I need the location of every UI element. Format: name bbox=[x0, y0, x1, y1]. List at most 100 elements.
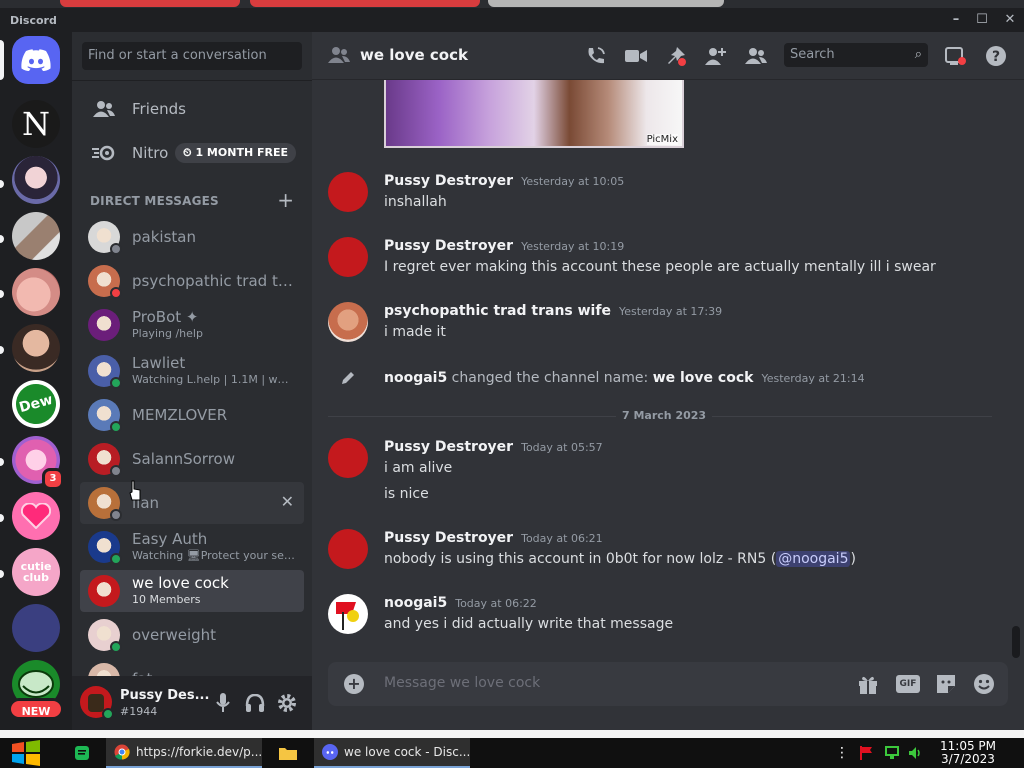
server-blue-logo[interactable] bbox=[12, 604, 60, 652]
server-mtn-dew[interactable]: Dew bbox=[12, 380, 60, 428]
message-input[interactable]: Message we love cock bbox=[384, 675, 540, 691]
svg-text:?: ? bbox=[992, 49, 1000, 65]
dm-item[interactable]: Easy Auth Watching 🖥Protect your serv... bbox=[80, 526, 304, 568]
taskbar-chrome[interactable]: https://forkie.dev/p... bbox=[106, 738, 262, 768]
discord-logo-icon bbox=[21, 49, 51, 71]
minimize-button[interactable]: – bbox=[946, 11, 966, 29]
server-cutie-club[interactable]: cutie club bbox=[12, 548, 60, 596]
dm-item[interactable]: Lawliet Watching L.help | 1.1M | www.l... bbox=[80, 350, 304, 392]
member-list-button[interactable] bbox=[744, 44, 768, 68]
windows-logo-icon bbox=[12, 740, 40, 766]
server-peach[interactable] bbox=[12, 268, 60, 316]
emoji-button[interactable] bbox=[972, 672, 996, 696]
taskbar-file-explorer[interactable] bbox=[272, 738, 304, 768]
message-text: I regret ever making this account these … bbox=[384, 259, 936, 275]
tab-1[interactable] bbox=[60, 0, 240, 7]
system-clock[interactable]: 11:05 PM 3/7/2023 bbox=[940, 740, 996, 766]
server-pink-heart[interactable] bbox=[12, 492, 60, 540]
dm-item[interactable]: psychopathic trad tra... bbox=[80, 260, 304, 302]
message-avatar[interactable] bbox=[328, 594, 368, 634]
message-composer: + Message we love cock GIF bbox=[328, 662, 1008, 706]
gif-button[interactable]: GIF bbox=[896, 672, 920, 696]
friends-icon bbox=[92, 100, 116, 118]
server-person[interactable] bbox=[12, 324, 60, 372]
dm-item[interactable]: ProBot ✦ Playing /help bbox=[80, 304, 304, 346]
close-window-button[interactable]: ✕ bbox=[1000, 11, 1020, 29]
start-video-call-button[interactable] bbox=[624, 44, 648, 68]
unread-pill bbox=[0, 458, 4, 466]
message-author[interactable]: Pussy Destroyer bbox=[384, 173, 513, 189]
message-text-part: ) bbox=[850, 551, 856, 567]
taskbar-discord[interactable]: we love cock - Disc... bbox=[314, 738, 470, 768]
message-author[interactable]: Pussy Destroyer bbox=[384, 238, 513, 254]
microphone-icon bbox=[216, 693, 230, 712]
server-room[interactable] bbox=[12, 212, 60, 260]
message-author[interactable]: noogai5 bbox=[384, 595, 447, 611]
channel-name[interactable]: we love cock bbox=[360, 46, 468, 64]
chat-scrollbar[interactable] bbox=[1012, 626, 1020, 658]
dm-name: lian bbox=[132, 494, 160, 512]
message-text: and yes i did actually write that messag… bbox=[384, 616, 674, 632]
chat-search-input[interactable]: Search ⌕ bbox=[784, 43, 928, 67]
inbox-button[interactable] bbox=[944, 44, 968, 68]
maximize-button[interactable]: ☐ bbox=[972, 11, 992, 29]
window-bottom-edge bbox=[0, 730, 1024, 738]
pencil-icon bbox=[340, 370, 356, 390]
message-author[interactable]: Pussy Destroyer bbox=[384, 530, 513, 546]
friends-button[interactable]: Friends bbox=[80, 88, 304, 130]
start-button[interactable] bbox=[8, 738, 44, 768]
home-button[interactable] bbox=[12, 36, 60, 84]
message-avatar[interactable] bbox=[328, 529, 368, 569]
chat-area: we love cock Search ⌕ ? PicMix Pussy Des… bbox=[312, 32, 1024, 730]
message-author[interactable]: psychopathic trad trans wife bbox=[384, 303, 611, 319]
dm-item[interactable]: overweight bbox=[80, 614, 304, 656]
overflow-menu-icon[interactable]: ⋮ bbox=[836, 738, 848, 768]
new-badge[interactable]: NEW bbox=[8, 698, 64, 720]
gif-icon: GIF bbox=[896, 675, 920, 693]
image-attachment[interactable]: PicMix bbox=[384, 78, 684, 148]
mute-button[interactable] bbox=[212, 692, 234, 714]
tray-flag-icon[interactable] bbox=[856, 738, 876, 768]
gift-button[interactable] bbox=[856, 672, 880, 696]
system-actor[interactable]: noogai5 bbox=[384, 370, 447, 386]
message-avatar[interactable] bbox=[328, 237, 368, 277]
selected-indicator bbox=[0, 40, 4, 80]
message-avatar[interactable] bbox=[328, 302, 368, 342]
server-n-glyph: N bbox=[22, 105, 50, 143]
chat-search-placeholder: Search bbox=[790, 47, 835, 62]
nitro-button[interactable]: Nitro ⏲ 1 MONTH FREE bbox=[80, 132, 304, 174]
dm-item[interactable]: we love cock 10 Members bbox=[80, 570, 304, 612]
user-mention[interactable]: @noogai5 bbox=[776, 551, 851, 567]
server-n[interactable]: N bbox=[12, 100, 60, 148]
tab-3[interactable] bbox=[488, 0, 724, 7]
user-settings-button[interactable] bbox=[276, 692, 298, 714]
deafen-button[interactable] bbox=[244, 692, 266, 714]
taskbar-app-spotify[interactable] bbox=[68, 738, 96, 768]
find-conversation-input[interactable]: Find or start a conversation bbox=[82, 42, 302, 70]
dm-avatar bbox=[88, 309, 120, 341]
nitro-icon bbox=[92, 145, 116, 161]
nitro-badge-text: 1 MONTH FREE bbox=[195, 146, 288, 159]
message-avatar[interactable] bbox=[328, 438, 368, 478]
message-author[interactable]: Pussy Destroyer bbox=[384, 439, 513, 455]
dm-item[interactable]: MEMZLOVER bbox=[80, 394, 304, 436]
dm-item[interactable]: pakistan bbox=[80, 216, 304, 258]
add-friends-to-dm-button[interactable] bbox=[704, 44, 728, 68]
server-anime-avatar[interactable] bbox=[12, 156, 60, 204]
tab-2[interactable] bbox=[250, 0, 480, 7]
close-dm-icon[interactable]: ✕ bbox=[281, 492, 294, 511]
message-avatar[interactable] bbox=[328, 172, 368, 212]
sticker-button[interactable] bbox=[934, 672, 958, 696]
start-voice-call-button[interactable] bbox=[584, 44, 608, 68]
dm-item[interactable]: SalannSorrow bbox=[80, 438, 304, 480]
pinned-messages-button[interactable] bbox=[664, 44, 688, 68]
dm-item[interactable]: lian ✕ bbox=[80, 482, 304, 524]
message-text: inshallah bbox=[384, 194, 447, 210]
upload-plus-button[interactable]: + bbox=[344, 674, 364, 694]
tray-network-icon[interactable] bbox=[882, 738, 902, 768]
create-dm-button[interactable]: + bbox=[277, 188, 294, 212]
tray-volume-icon[interactable] bbox=[906, 738, 926, 768]
help-button[interactable]: ? bbox=[984, 44, 1008, 68]
message-text: i am alive bbox=[384, 460, 453, 476]
heart-icon bbox=[21, 503, 51, 529]
